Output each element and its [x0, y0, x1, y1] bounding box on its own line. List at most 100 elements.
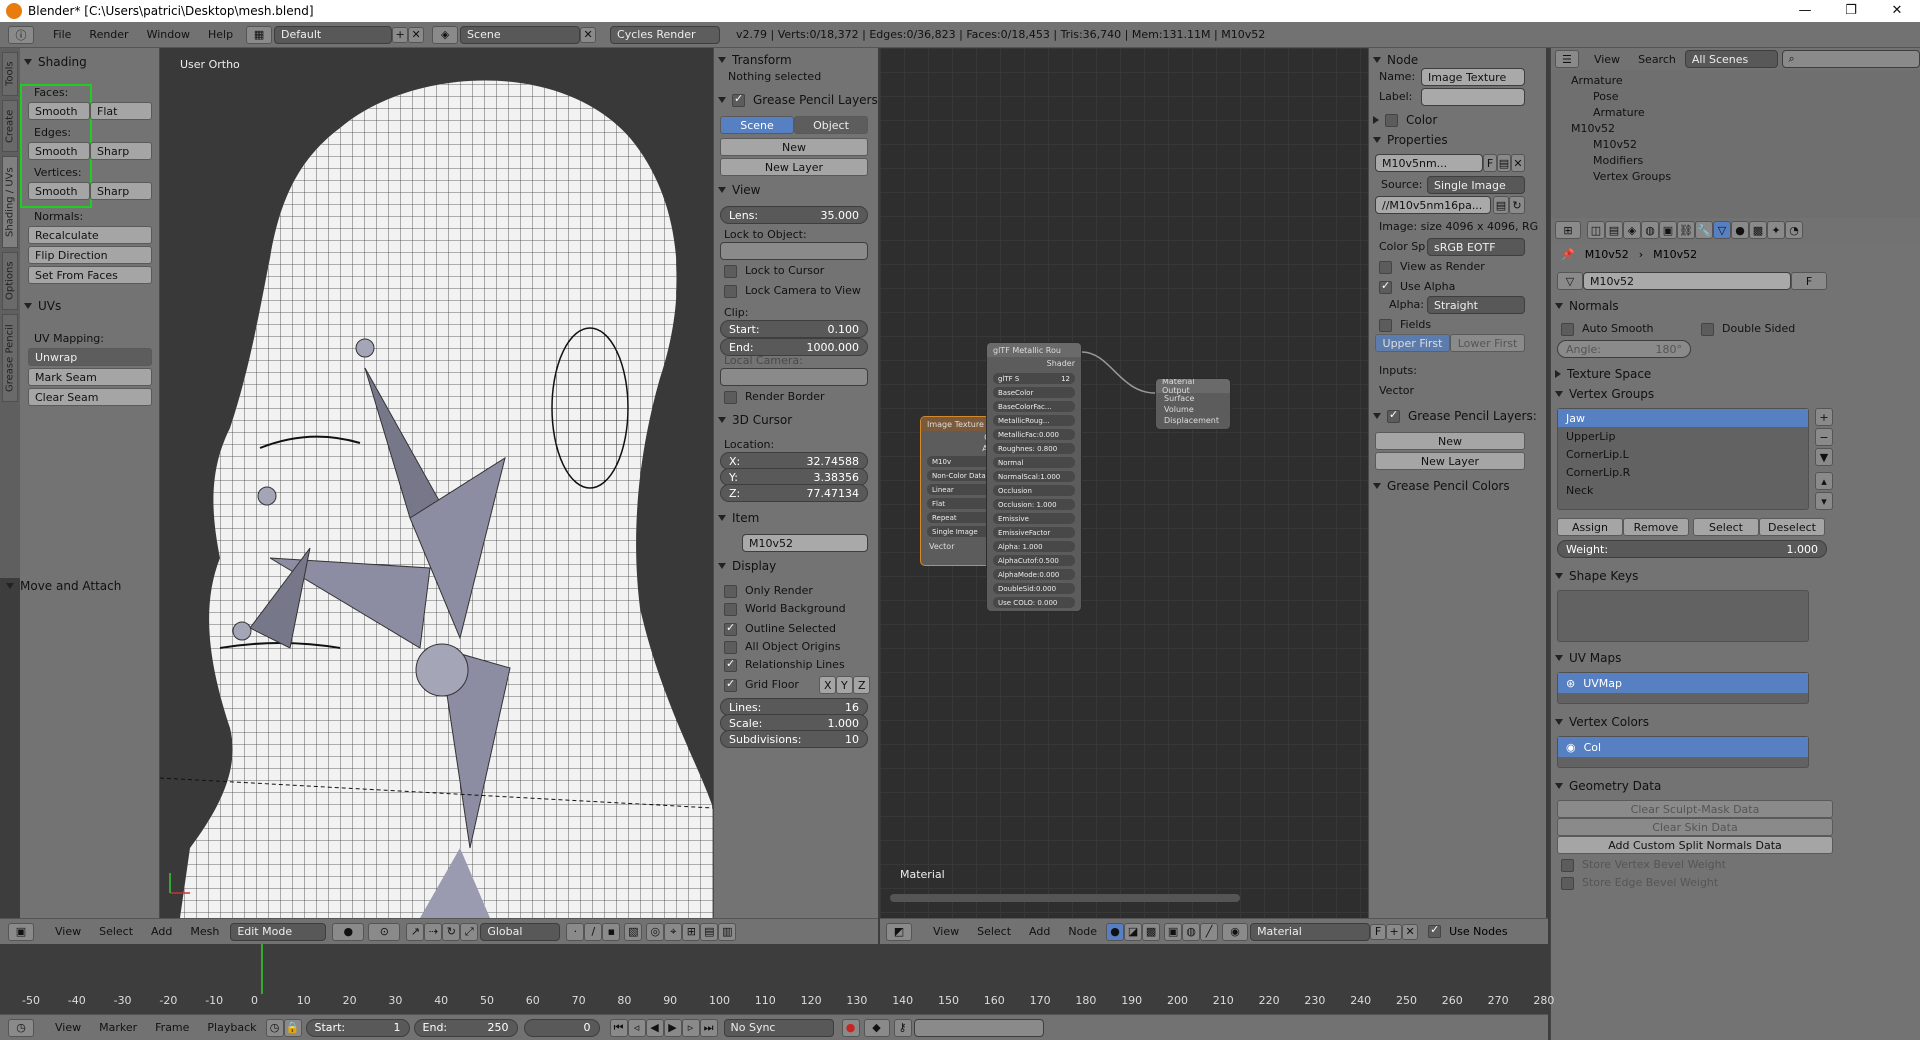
double-sided-row[interactable]: Double Sided [1701, 322, 1795, 336]
unwrap-menu[interactable]: Unwrap [28, 348, 152, 366]
editor-type-info-icon[interactable]: ⓘ [8, 25, 34, 44]
remove-button[interactable]: Remove [1623, 518, 1689, 536]
3d-viewport[interactable]: User Ortho [160, 48, 713, 918]
world-bg-row[interactable]: World Background [724, 602, 846, 616]
viewport-menu-mesh[interactable]: Mesh [181, 925, 228, 938]
node-gp-new-button[interactable]: New [1375, 432, 1525, 450]
node-menu-view[interactable]: View [924, 925, 968, 938]
image-fake-user-toggle[interactable]: F [1483, 154, 1497, 172]
gltf-input-field[interactable]: AlphaCutof:0.500 [993, 555, 1075, 566]
lock-cursor-checkbox[interactable] [724, 264, 737, 278]
fields-checkbox[interactable] [1379, 318, 1392, 332]
close-button[interactable]: ✕ [1874, 0, 1920, 22]
grid-z-toggle[interactable]: Z [853, 676, 870, 694]
gltf-input-field[interactable]: BaseColor [993, 387, 1075, 398]
grid-floor-row[interactable]: Grid Floor [724, 677, 799, 692]
outline-row[interactable]: Outline Selected [724, 621, 836, 636]
clear-sculpt-button[interactable]: Clear Sculpt-Mask Data [1557, 800, 1833, 818]
gltf-input-field[interactable]: Occlusion: 1.000 [993, 499, 1075, 510]
material-tab-icon[interactable]: ● [1731, 221, 1749, 239]
vertex-group-row[interactable]: Jaw [1558, 409, 1808, 427]
constraints-tab-icon[interactable]: ⛓ [1677, 221, 1695, 239]
node-gp-checkbox[interactable] [1387, 408, 1400, 423]
store-edge-bevel-row[interactable]: Store Edge Bevel Weight [1561, 876, 1718, 890]
viewport-menu-add[interactable]: Add [142, 925, 181, 938]
texture-nodes-icon[interactable]: ▩ [1142, 922, 1161, 941]
node-color-checkbox[interactable] [1385, 113, 1398, 127]
view-render-checkbox[interactable] [1379, 260, 1392, 274]
object-shader-icon[interactable]: ▣ [1164, 922, 1183, 941]
node-menu-select[interactable]: Select [968, 925, 1020, 938]
node-editor[interactable]: Image Texture Color Alpha M10vF Non-Colo… [880, 48, 1368, 918]
texture-tab-icon[interactable]: ▩ [1749, 221, 1767, 239]
rel-lines-checkbox[interactable] [724, 657, 737, 672]
image-browse-icon[interactable]: ▤ [1493, 196, 1509, 214]
mesh-fake-user-toggle[interactable]: F [1791, 272, 1827, 290]
minimize-button[interactable]: — [1782, 0, 1828, 22]
gltf-input-field[interactable]: Use COLO: 0.000 [993, 597, 1075, 608]
menu-window[interactable]: Window [138, 28, 199, 41]
clear-skin-button[interactable]: Clear Skin Data [1557, 818, 1833, 836]
move-attach-panel-header[interactable]: Move and Attach [2, 576, 160, 596]
lock-cursor-row[interactable]: Lock to Cursor [724, 264, 824, 278]
scene-icon[interactable]: ◈ [432, 25, 459, 44]
vertex-groups-header[interactable]: Vertex Groups [1551, 384, 1654, 404]
lock-camera-row[interactable]: Lock Camera to View [724, 284, 861, 298]
gltf-input-field[interactable]: MetallicRoug... [993, 415, 1075, 426]
material-unlink-icon[interactable]: ✕ [1402, 923, 1419, 940]
jump-key-back-icon[interactable]: ◃ [627, 1018, 646, 1037]
face-select-icon[interactable]: ▪ [602, 922, 621, 941]
gltf-input-field[interactable]: COLOR_0 [993, 611, 1075, 612]
translate-icon[interactable]: ⇢ [424, 922, 443, 941]
outliner-item[interactable]: Modifiers [1551, 152, 1920, 168]
menu-render[interactable]: Render [80, 28, 137, 41]
gltf-node[interactable]: glTF Metallic Rou Shader glTF S 12 BaseCo… [986, 342, 1082, 612]
edges-sharp-button[interactable]: Sharp [90, 142, 152, 160]
set-from-faces-button[interactable]: Set From Faces [28, 266, 152, 284]
shape-key-list[interactable] [1557, 590, 1809, 642]
outliner-menu-search[interactable]: Search [1629, 53, 1685, 66]
editor-type-outliner-icon[interactable]: ☰ [1555, 50, 1579, 68]
tab-options[interactable]: Options [2, 252, 18, 310]
shader-nodes-icon[interactable]: ● [1106, 922, 1125, 941]
clear-seam-button[interactable]: Clear Seam [28, 388, 152, 406]
source-select[interactable]: Single Image [1427, 176, 1525, 194]
only-render-row[interactable]: Only Render [724, 584, 813, 598]
manipulator-icon[interactable]: ↗ [406, 922, 425, 941]
linestyle-icon[interactable]: ╱ [1200, 922, 1219, 941]
node-menu-node[interactable]: Node [1059, 925, 1106, 938]
grid-y-toggle[interactable]: Y [836, 676, 853, 694]
add-layout-icon[interactable]: + [392, 26, 409, 43]
particles-tab-icon[interactable]: ✦ [1767, 221, 1785, 239]
gp-layers-checkbox[interactable] [732, 92, 745, 107]
auto-smooth-row[interactable]: Auto Smooth [1561, 322, 1653, 336]
snap-target-icon[interactable]: ⊞ [682, 922, 701, 941]
vgroup-down-icon[interactable]: ▾ [1815, 492, 1833, 510]
gltf-input-field[interactable]: Roughnes: 0.800 [993, 443, 1075, 454]
remove-scene-icon[interactable]: ✕ [580, 26, 597, 43]
world-bg-checkbox[interactable] [724, 602, 737, 616]
pin-icon[interactable]: 📌 [1561, 248, 1575, 261]
timeline[interactable]: -50 -40 -30 -20 -10 0 10 20 30 40 50 60 70 80 90 100 110… [0, 944, 1554, 1024]
image-unlink-icon[interactable]: ✕ [1511, 154, 1525, 172]
store-edge-bevel-checkbox[interactable] [1561, 876, 1574, 890]
mark-seam-button[interactable]: Mark Seam [28, 368, 152, 386]
jump-end-icon[interactable]: ⏭ [699, 1018, 718, 1037]
layout-select[interactable]: Default [274, 25, 393, 44]
uvmap-row[interactable]: ⊛ UVMap [1558, 673, 1808, 693]
vgroup-add-icon[interactable]: + [1815, 408, 1833, 426]
timeline-menu-view[interactable]: View [46, 1021, 90, 1034]
gp-layers-header[interactable]: Grease Pencil Layers [714, 90, 878, 110]
timeline-menu-playback[interactable]: Playback [198, 1021, 265, 1034]
gltf-input-field[interactable]: NormalScal:1.000 [993, 471, 1075, 482]
scene-tab-button[interactable]: Scene [720, 116, 794, 134]
edges-smooth-button[interactable]: Smooth [28, 142, 90, 160]
edge-select-icon[interactable]: / [584, 922, 603, 941]
viewport-menu-view[interactable]: View [46, 925, 90, 938]
node-color-header[interactable]: Color [1369, 110, 1437, 130]
uv-maps-header[interactable]: UV Maps [1551, 648, 1621, 668]
fields-row[interactable]: Fields [1379, 318, 1431, 332]
lens-field[interactable]: Lens: 35.000 [720, 206, 868, 224]
display-panel-header[interactable]: Display [714, 556, 776, 576]
rel-lines-row[interactable]: Relationship Lines [724, 657, 845, 672]
